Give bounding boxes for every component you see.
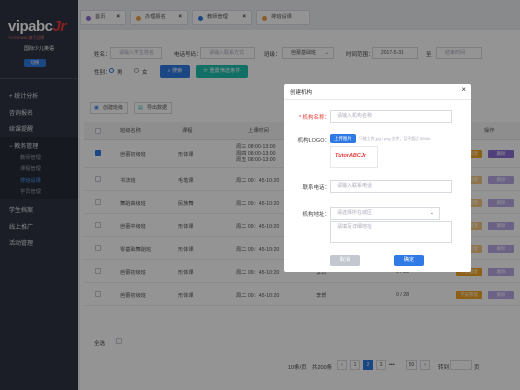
close-icon[interactable]: × — [461, 85, 466, 94]
logo-preview-text: TutorABCJr — [335, 153, 367, 159]
org-logo-label: 机构LOGO： — [297, 138, 330, 144]
org-name-label: * 机构名称： — [298, 115, 330, 121]
create-org-modal: 创建机构 × * 机构名称： 请输入机构名称 机构LOGO： 上传图片 只能上传… — [284, 84, 471, 272]
logo-preview: TutorABCJr — [330, 146, 378, 168]
modal-title: 创建机构 — [290, 90, 313, 96]
upload-hint: 只能上传 jpg / png 文件，且不超过 500kb — [359, 136, 431, 141]
phone-label: 联系电话： — [302, 185, 330, 191]
modal-divider — [284, 99, 471, 100]
address-detail-textarea[interactable]: 请填写详细地址 — [330, 221, 452, 243]
district-select[interactable]: 请选择所在城区 ⌄ — [330, 207, 440, 220]
cancel-button[interactable]: 取消 — [330, 255, 360, 266]
confirm-button[interactable]: 确定 — [394, 255, 424, 266]
org-name-input[interactable]: 请输入机构名称 — [330, 110, 452, 123]
address-label: 机构地址： — [302, 212, 330, 218]
phone-input[interactable]: 请输入联系电话 — [330, 180, 452, 193]
upload-image-button[interactable]: 上传图片 — [330, 134, 356, 143]
chevron-down-icon: ⌄ — [429, 210, 434, 216]
